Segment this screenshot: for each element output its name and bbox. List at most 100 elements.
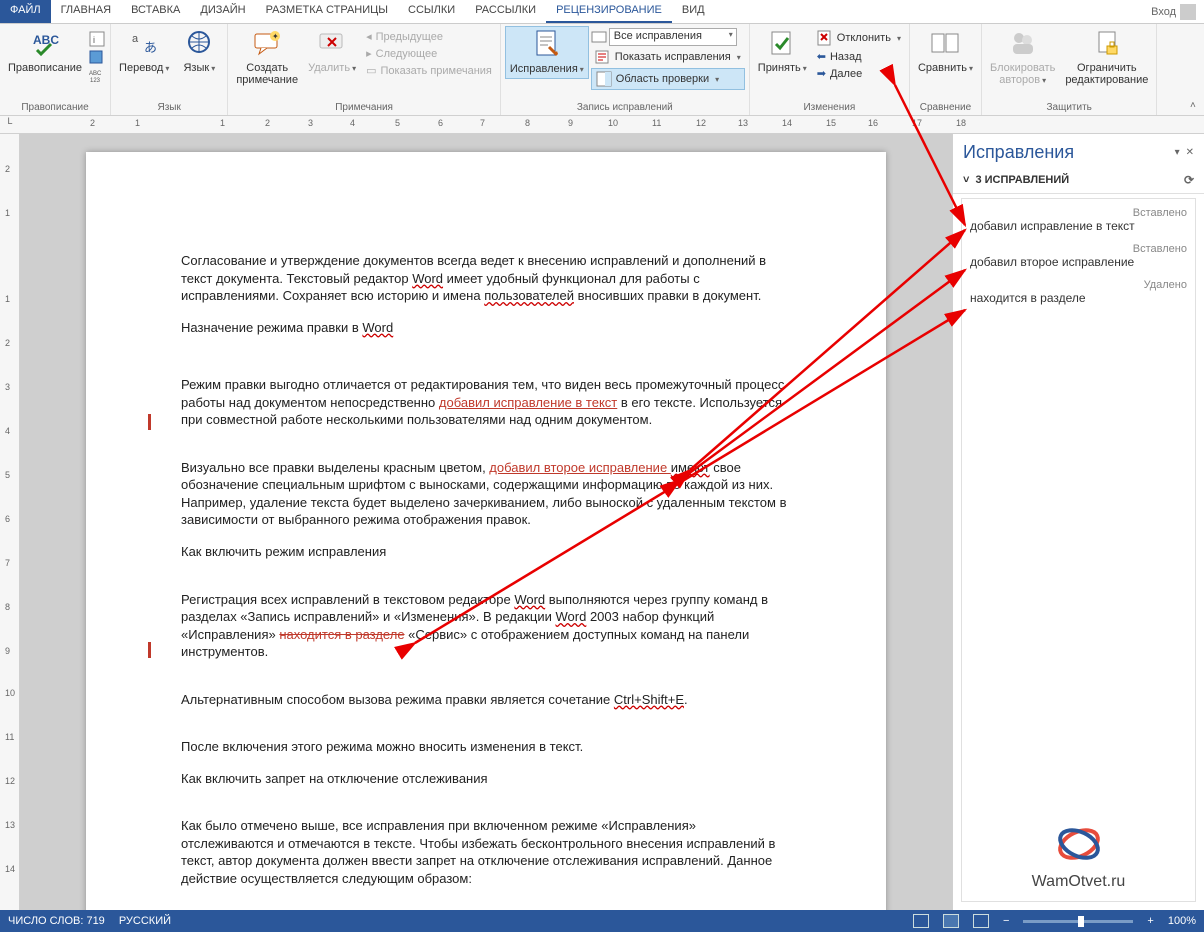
compare-button[interactable]: Сравнить	[914, 26, 977, 77]
next-comment-button[interactable]: ▸ Следующее	[362, 45, 496, 62]
group-tracking-label: Запись исправлений	[505, 101, 745, 115]
next-change-button[interactable]: ➡ Далее	[813, 65, 905, 82]
paragraph: Режим правки выгодно отличается от редак…	[181, 376, 791, 429]
zoom-in-icon[interactable]: +	[1147, 915, 1153, 927]
watermark-logo: WamOtvet.ru	[962, 819, 1195, 891]
zoom-slider[interactable]	[1023, 920, 1133, 923]
revision-type: Вставлено	[970, 207, 1187, 219]
group-compare: Сравнить Сравнение	[910, 24, 982, 115]
paragraph: После включения этого режима можно вноси…	[181, 738, 791, 756]
revision-type: Удалено	[970, 279, 1187, 291]
group-protect: Блокировать авторов Ограничить редактиро…	[982, 24, 1157, 115]
show-markup-icon	[595, 49, 611, 65]
collapse-ribbon-icon[interactable]: ˄	[1186, 24, 1204, 115]
paragraph: Альтернативным способом вызова режима пр…	[181, 691, 791, 709]
revision-item[interactable]: Удалено находится в разделе	[970, 279, 1187, 305]
svg-text:✦: ✦	[272, 32, 279, 41]
block-authors-icon	[1007, 28, 1039, 60]
reject-arrow	[895, 32, 901, 44]
zoom-out-icon[interactable]: −	[1003, 915, 1009, 927]
thesaurus-icon[interactable]	[88, 48, 106, 66]
restrict-edit-icon	[1091, 28, 1123, 60]
next-change-label: Далее	[830, 68, 862, 80]
insertion-2: добавил второе исправление	[489, 460, 671, 475]
show-comments-button[interactable]: ▭Показать примечания	[362, 62, 496, 79]
spelling-button[interactable]: ABC Правописание	[4, 26, 86, 76]
watermark-text: WamOtvet.ru	[962, 873, 1195, 891]
zoom-level[interactable]: 100%	[1168, 915, 1196, 927]
reject-button[interactable]: Отклонить	[813, 28, 905, 48]
reviewing-pane-icon	[596, 71, 612, 87]
group-language: aあ Перевод Язык Язык	[111, 24, 228, 115]
tab-review[interactable]: РЕЦЕНЗИРОВАНИЕ	[546, 0, 672, 23]
delete-comment-label: Удалить	[308, 62, 356, 75]
new-comment-button[interactable]: ✦ Создать примечание	[232, 26, 302, 88]
pane-close-icon[interactable]: ✕	[1186, 147, 1194, 158]
paragraph: Визуально все правки выделены красным цв…	[181, 459, 791, 529]
translate-icon: aあ	[128, 28, 160, 60]
restrict-edit-label: Ограничить редактирование	[1065, 62, 1148, 86]
refresh-icon[interactable]: ⟳	[1184, 173, 1194, 187]
restrict-edit-button[interactable]: Ограничить редактирование	[1061, 26, 1152, 88]
pane-menu-icon[interactable]: ▾	[1175, 147, 1180, 158]
document-area[interactable]: Согласование и утверждение документов вс…	[20, 134, 952, 910]
next-comment-icon: ▸	[366, 47, 372, 60]
tab-view[interactable]: ВИД	[672, 0, 715, 23]
revision-item[interactable]: Вставлено добавил второе исправление	[970, 243, 1187, 269]
deletion-1: находится в разделе	[279, 627, 404, 642]
revision-item[interactable]: Вставлено добавил исправление в текст	[970, 207, 1187, 233]
spelling-label: Правописание	[8, 62, 82, 74]
accept-button[interactable]: Принять	[754, 26, 811, 77]
change-marker	[148, 414, 151, 430]
ruler-scale: 21 123 456 789 101112 131415 161718	[20, 116, 1204, 133]
prev-change-button[interactable]: ⬅Назад	[813, 48, 905, 65]
tab-insert[interactable]: ВСТАВКА	[121, 0, 190, 23]
accept-label: Принять	[758, 62, 807, 75]
insertion-1: добавил исправление в текст	[439, 395, 617, 410]
reject-label: Отклонить	[837, 32, 891, 44]
reviewing-pane-label: Область проверки	[616, 73, 709, 85]
paragraph: Как включить режим исправления	[181, 543, 791, 561]
new-comment-icon: ✦	[251, 28, 283, 60]
display-review-combo[interactable]: Все исправления	[609, 28, 737, 46]
vertical-ruler[interactable]: 21 123 456 789 101112 1314	[0, 134, 20, 910]
block-authors-button[interactable]: Блокировать авторов	[986, 26, 1059, 89]
show-markup-button[interactable]: Показать исправления	[591, 47, 745, 67]
tab-design[interactable]: ДИЗАЙН	[190, 0, 255, 23]
prev-comment-button[interactable]: ◂Предыдущее	[362, 28, 496, 45]
tab-mailings[interactable]: РАССЫЛКИ	[465, 0, 546, 23]
prev-change-label: Назад	[830, 51, 862, 63]
track-changes-button[interactable]: Исправления	[505, 26, 589, 79]
show-comments-icon: ▭	[366, 64, 376, 77]
next-comment-label: Следующее	[376, 48, 438, 60]
page: Согласование и утверждение документов вс…	[86, 152, 886, 910]
language-button[interactable]: Язык	[175, 26, 223, 77]
tab-layout[interactable]: РАЗМЕТКА СТРАНИЦЫ	[256, 0, 398, 23]
revisions-title-bar: Исправления ▾ ✕	[953, 134, 1204, 167]
revisions-list: Вставлено добавил исправление в текст Вс…	[961, 198, 1196, 902]
tab-references[interactable]: ССЫЛКИ	[398, 0, 465, 23]
workspace: 21 123 456 789 101112 1314 Согласование …	[0, 134, 1204, 910]
define-icon[interactable]: i	[88, 30, 106, 48]
horizontal-ruler[interactable]: L 21 123 456 789 101112 131415 161718	[0, 116, 1204, 134]
group-comments: ✦ Создать примечание Удалить ◂Предыдущее…	[228, 24, 501, 115]
delete-comment-button[interactable]: Удалить	[304, 26, 360, 77]
show-markup-arrow	[735, 51, 741, 63]
revisions-pane: Исправления ▾ ✕ ˅ 3 ИСПРАВЛЕНИЙ ⟳ Вставл…	[952, 134, 1204, 910]
reviewing-pane-button[interactable]: Область проверки	[591, 68, 745, 90]
revisions-count-bar[interactable]: ˅ 3 ИСПРАВЛЕНИЙ ⟳	[953, 167, 1204, 194]
new-comment-label: Создать примечание	[236, 62, 298, 86]
status-bar: ЧИСЛО СЛОВ: 719 РУССКИЙ − + 100%	[0, 910, 1204, 932]
next-change-icon: ➡	[817, 67, 826, 80]
login-link[interactable]: Вход	[1143, 0, 1204, 23]
status-language[interactable]: РУССКИЙ	[119, 915, 171, 927]
tab-file[interactable]: ФАЙЛ	[0, 0, 51, 23]
show-markup-label: Показать исправления	[615, 51, 731, 63]
tab-home[interactable]: ГЛАВНАЯ	[51, 0, 121, 23]
spelling-icon: ABC	[29, 28, 61, 60]
group-comments-label: Примечания	[232, 101, 496, 115]
wordcount-icon[interactable]: ABC123	[88, 66, 106, 84]
status-wordcount[interactable]: ЧИСЛО СЛОВ: 719	[8, 915, 105, 927]
translate-button[interactable]: aあ Перевод	[115, 26, 173, 77]
delete-comment-icon	[316, 28, 348, 60]
